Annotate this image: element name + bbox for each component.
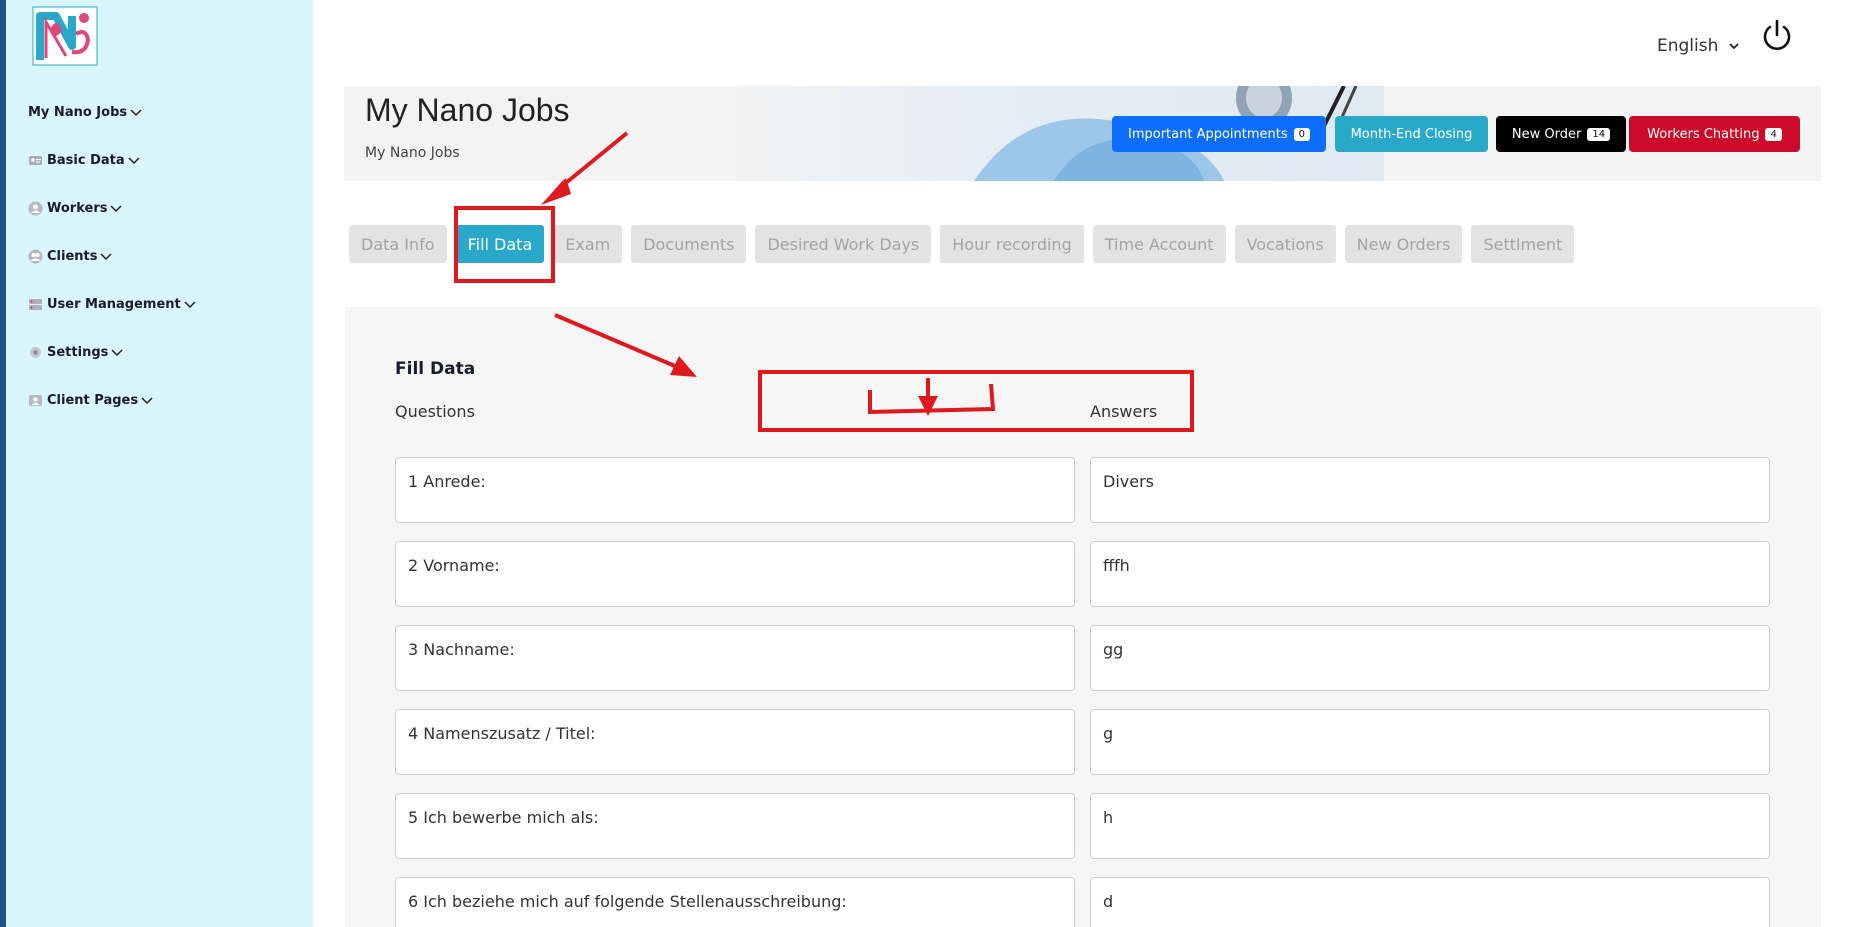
annotation-arrowhead-tab-b — [541, 178, 571, 205]
page-banner: My Nano Jobs My Nano Jobs Important Appo… — [344, 86, 1821, 181]
sidebar-item-label: Workers — [47, 200, 108, 216]
sidebar-item-clients[interactable]: Clients — [28, 232, 197, 280]
button-label: Month-End Closing — [1350, 126, 1473, 142]
tab-data-info[interactable]: Data Info — [349, 225, 447, 263]
questions-header: Questions — [395, 402, 475, 421]
fill-data-panel: Fill Data Questions Answers 1 Anrede: Di… — [345, 307, 1821, 927]
person-badge-icon — [29, 394, 42, 406]
tab-time-account[interactable]: Time Account — [1092, 225, 1226, 263]
workers-chatting-button[interactable]: Workers Chatting 4 — [1629, 116, 1800, 152]
chevron-down-icon — [128, 157, 140, 165]
app-root: My Nano Jobs Basic Data Workers Clients — [0, 0, 1857, 927]
answer-field[interactable]: gg — [1090, 625, 1770, 691]
user-icon — [28, 201, 43, 215]
count-badge: 4 — [1765, 127, 1782, 141]
button-label: Workers Chatting — [1647, 126, 1760, 142]
count-badge: 0 — [1293, 127, 1311, 141]
question-field: 1 Anrede: — [395, 457, 1075, 523]
app-logo[interactable] — [32, 6, 98, 66]
sidebar-item-my-nano-jobs[interactable]: My Nano Jobs — [28, 88, 197, 136]
gear-icon — [30, 346, 41, 358]
answer-field[interactable]: g — [1090, 709, 1770, 775]
sidebar-item-user-management[interactable]: User Management — [28, 280, 197, 328]
chevron-down-icon — [130, 109, 142, 117]
chevron-down-icon — [110, 205, 123, 213]
answer-field[interactable]: d — [1090, 877, 1770, 927]
tab-hour-recording[interactable]: Hour recording — [940, 225, 1084, 263]
sidebar-item-label: Client Pages — [47, 392, 139, 408]
annotation-arrowhead-tab — [541, 178, 565, 205]
sidebar-item-client-pages[interactable]: Client Pages — [28, 376, 197, 424]
language-select[interactable]: English — [1657, 36, 1740, 56]
chevron-down-icon — [141, 397, 153, 405]
chevron-down-icon — [100, 253, 113, 261]
chevron-down-icon — [1729, 43, 1740, 50]
server-icon — [29, 298, 42, 310]
sidebar: My Nano Jobs Basic Data Workers Clients — [6, 0, 313, 927]
tab-exam[interactable]: Exam — [553, 225, 623, 263]
answer-field[interactable]: fffh — [1090, 541, 1770, 607]
section-title: Fill Data — [395, 359, 476, 379]
tab-desired-work-days[interactable]: Desired Work Days — [755, 225, 932, 263]
question-field: 3 Nachname: — [395, 625, 1075, 691]
sidebar-item-label: Basic Data — [47, 152, 125, 168]
users-icon — [28, 249, 43, 263]
tab-new-orders[interactable]: New Orders — [1344, 225, 1463, 263]
sidebar-item-label: Settings — [47, 344, 109, 360]
sidebar-nav: My Nano Jobs Basic Data Workers Clients — [28, 88, 197, 424]
chevron-down-icon — [111, 349, 123, 357]
answers-header: Answers — [1090, 402, 1158, 421]
tab-documents[interactable]: Documents — [631, 225, 747, 263]
page-title: My Nano Jobs — [365, 92, 570, 128]
sidebar-item-label: My Nano Jobs — [28, 104, 128, 120]
answer-field[interactable]: h — [1090, 793, 1770, 859]
sidebar-item-basic-data[interactable]: Basic Data — [28, 136, 197, 184]
question-field: 6 Ich beziehe mich auf folgende Stellena… — [395, 877, 1075, 927]
id-card-icon — [29, 155, 42, 165]
sidebar-item-label: Clients — [47, 248, 98, 264]
button-label: New Order — [1511, 126, 1582, 142]
month-end-closing-button[interactable]: Month-End Closing — [1335, 116, 1488, 152]
button-label: Important Appointments — [1127, 126, 1288, 142]
breadcrumb: My Nano Jobs — [365, 145, 460, 161]
important-appointments-button[interactable]: Important Appointments 0 — [1112, 116, 1326, 152]
answer-field[interactable]: Divers — [1090, 457, 1770, 523]
question-field: 4 Namenszusatz / Titel: — [395, 709, 1075, 775]
tab-vocations[interactable]: Vocations — [1234, 225, 1336, 263]
question-field: 2 Vorname: — [395, 541, 1075, 607]
sidebar-item-label: User Management — [47, 296, 181, 312]
new-order-button[interactable]: New Order 14 — [1496, 116, 1626, 152]
tab-fill-data[interactable]: Fill Data — [455, 225, 545, 263]
question-field: 5 Ich bewerbe mich als: — [395, 793, 1075, 859]
power-icon[interactable] — [1760, 18, 1794, 54]
language-label: English — [1657, 36, 1719, 56]
tab-settlment[interactable]: Settlment — [1471, 225, 1575, 263]
sidebar-item-workers[interactable]: Workers — [28, 184, 197, 232]
tab-bar: Data Info Fill Data Exam Documents Desir… — [349, 225, 1575, 263]
sidebar-item-settings[interactable]: Settings — [28, 328, 197, 376]
chevron-down-icon — [184, 301, 196, 309]
count-badge: 14 — [1587, 127, 1611, 141]
